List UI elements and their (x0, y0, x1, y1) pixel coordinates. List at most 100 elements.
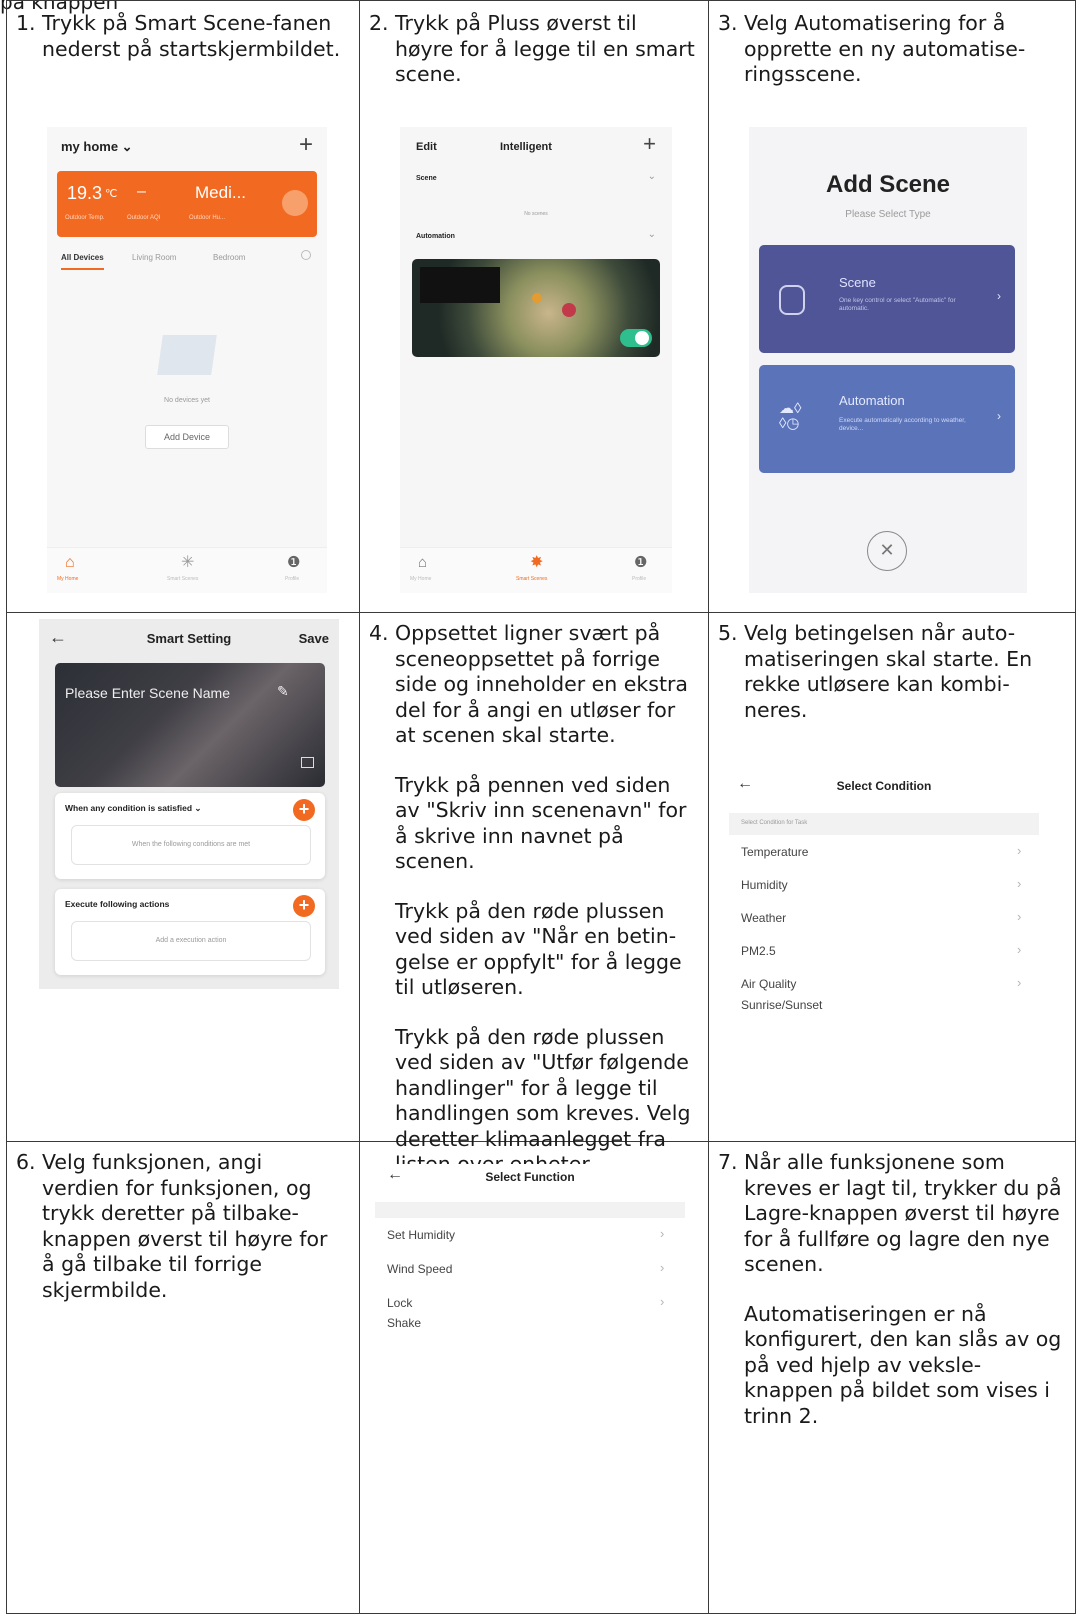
hint-text: Select Condition for Task (741, 820, 808, 826)
screen-title: Select Function (485, 1170, 575, 1184)
step-text: Når alle funksjonene som kreves er lagt … (744, 1150, 1062, 1276)
nav-smart-scenes[interactable]: Smart Scenes (516, 576, 547, 582)
edit-button[interactable]: Edit (416, 141, 437, 153)
condition-item[interactable]: Air Quality (741, 977, 796, 991)
condition-item[interactable]: Temperature (741, 845, 808, 859)
settings-icon[interactable] (301, 250, 311, 260)
automation-card-title: Automation (839, 393, 905, 408)
function-item[interactable]: Wind Speed (387, 1262, 452, 1276)
screenshot-intelligent: Edit Intelligent + Scene ⌄ No scenes Aut… (400, 127, 672, 593)
hint-bar (375, 1202, 685, 1218)
microphone-icon[interactable] (282, 190, 308, 216)
humidity-value: Medi... (195, 183, 247, 202)
toggle-knob (635, 331, 649, 345)
condition-item[interactable]: Humidity (741, 878, 788, 892)
step-5: 5. Velg betingelsen når auto-matiseringe… (718, 621, 1068, 723)
tab-bedroom[interactable]: Bedroom (213, 253, 245, 262)
cell-screen-6: ← Select Function Set Humidity › Wind Sp… (359, 1141, 709, 1614)
step-text: Velg funksjonen, angi verdien for funksj… (42, 1150, 328, 1302)
scene-card-desc: One key control or select "Automatic" fo… (839, 297, 956, 312)
cell-screen-4: ← Smart Setting Save Please Enter Scene … (6, 612, 360, 1142)
cell-step-3: 3. Velg Automatisering for å opprette en… (708, 0, 1076, 613)
step-text: Velg betingelsen når auto-matiseringen s… (744, 621, 1033, 722)
home-icon[interactable]: ⌂ (418, 554, 427, 571)
screenshot-select-function: ← Select Function Set Humidity › Wind Sp… (375, 1164, 685, 1334)
redacted-label (420, 267, 500, 303)
screenshot-select-condition: ← Select Condition Select Condition for … (729, 773, 1039, 1013)
step-paragraph: Automatiseringen er nå konfigurert, den … (744, 1301, 1062, 1428)
sub-label: Outdoor Temp. (65, 215, 105, 221)
scene-name-input[interactable]: Please Enter Scene Name (65, 685, 230, 701)
condition-item[interactable]: Sunrise/Sunset (741, 998, 822, 1012)
nav-my-home[interactable]: My Home (410, 576, 431, 582)
step-text: Trykk på Smart Scene-fanen nederst på st… (42, 11, 341, 61)
tab-all-devices[interactable]: All Devices (61, 253, 104, 270)
home-selector: my home ⌄ (61, 139, 133, 154)
actions-card: Execute following actions + Add a execut… (55, 889, 325, 975)
condition-item[interactable]: Weather (741, 911, 786, 925)
smart-scene-icon[interactable]: ✳ (181, 552, 194, 572)
smart-scene-icon[interactable]: ✸ (530, 552, 543, 572)
cell-step-4: 4. Oppsettet ligner svært på sceneoppset… (359, 612, 709, 1176)
automation-type-card[interactable]: ☁◊ ◊◷ Automation Execute automatically ac… (759, 365, 1015, 473)
temperature-value: 19.3 (67, 183, 103, 203)
step-number: 5. (718, 621, 738, 645)
step-3: 3. Velg Automatisering for å opprette en… (718, 11, 1068, 88)
add-device-button[interactable]: Add Device (145, 425, 229, 449)
home-icon[interactable]: ⌂ (65, 554, 75, 572)
scene-cover: Please Enter Scene Name ✎ (55, 663, 325, 787)
plus-icon[interactable]: + (643, 131, 656, 157)
condition-title[interactable]: When any condition is satisfied ⌄ (65, 803, 202, 814)
function-item[interactable]: Shake (387, 1316, 421, 1330)
function-item[interactable]: Lock (387, 1296, 412, 1310)
nav-smart-scenes[interactable]: Smart Scenes (167, 576, 198, 582)
condition-item[interactable]: PM2.5 (741, 944, 776, 958)
chevron-right-icon: › (1017, 975, 1022, 990)
add-action-icon[interactable]: + (293, 895, 315, 917)
chevron-right-icon: › (997, 289, 1001, 303)
condition-placeholder[interactable]: When the following conditions are met (71, 825, 311, 865)
automation-section: Automation (416, 233, 455, 240)
step-number: 4. (369, 621, 389, 645)
profile-icon[interactable]: ❶ (634, 553, 647, 571)
add-condition-icon[interactable]: + (293, 799, 315, 821)
weather-banner: 19.3 ℃ – Medi... Outdoor Temp. Outdoor A… (57, 171, 317, 237)
step-2: 2. Trykk på Pluss øverst til høyre for å… (369, 11, 699, 88)
step-text: Trykk på Pluss øverst til høyre for å le… (395, 11, 695, 86)
step-1: 1. Trykk på Smart Scene-fanen nederst på… (16, 11, 351, 62)
cell-step-2: 2. Trykk på Pluss øverst til høyre for å… (359, 0, 709, 613)
scene-section: Scene (416, 175, 437, 182)
chevron-down-icon[interactable]: ⌄ (648, 171, 656, 182)
pen-icon[interactable]: ✎ (277, 683, 289, 700)
nav-profile[interactable]: Profile (632, 576, 646, 582)
nav-profile[interactable]: Profile (285, 576, 299, 582)
actions-placeholder[interactable]: Add a execution action (71, 921, 311, 961)
step-paragraph: Trykk på den røde plussen ved siden av "… (395, 898, 682, 1000)
chevron-right-icon: › (1017, 909, 1022, 924)
aqi-value: – (137, 183, 146, 200)
temperature-unit: ℃ (105, 188, 118, 200)
nav-my-home[interactable]: My Home (57, 576, 78, 582)
close-icon[interactable]: ✕ (867, 531, 907, 571)
actions-title: Execute following actions (65, 899, 170, 909)
condition-card: When any condition is satisfied ⌄ + When… (55, 793, 325, 879)
food-detail (562, 303, 576, 317)
chevron-right-icon: › (997, 409, 1001, 423)
scene-type-card[interactable]: Scene One key control or select "Automat… (759, 245, 1015, 353)
profile-icon[interactable]: ❶ (287, 553, 300, 571)
cell-step-5: 5. Velg betingelsen når auto-matiseringe… (708, 612, 1076, 1142)
image-icon[interactable] (301, 757, 314, 768)
step-number: 1. (16, 11, 36, 35)
chevron-down-icon[interactable]: ⌄ (648, 229, 656, 240)
tab-living-room[interactable]: Living Room (132, 253, 176, 262)
step-paragraph: Trykk på pennen ved siden av "Skriv inn … (395, 772, 687, 874)
screenshot-home: my home ⌄ + 19.3 ℃ – Medi... Outdoor Tem… (47, 127, 327, 593)
function-item[interactable]: Set Humidity (387, 1228, 455, 1242)
step-number: 2. (369, 11, 389, 35)
cell-step-1: 1. Trykk på Smart Scene-fanen nederst på… (6, 0, 360, 613)
save-button[interactable]: Save (299, 631, 329, 646)
bottom-nav: ⌂ My Home ✸ Smart Scenes ❶ Profile (400, 547, 672, 593)
automation-card-image[interactable] (412, 259, 660, 357)
screen-title: Smart Setting (146, 631, 232, 646)
automation-toggle[interactable] (620, 329, 652, 347)
